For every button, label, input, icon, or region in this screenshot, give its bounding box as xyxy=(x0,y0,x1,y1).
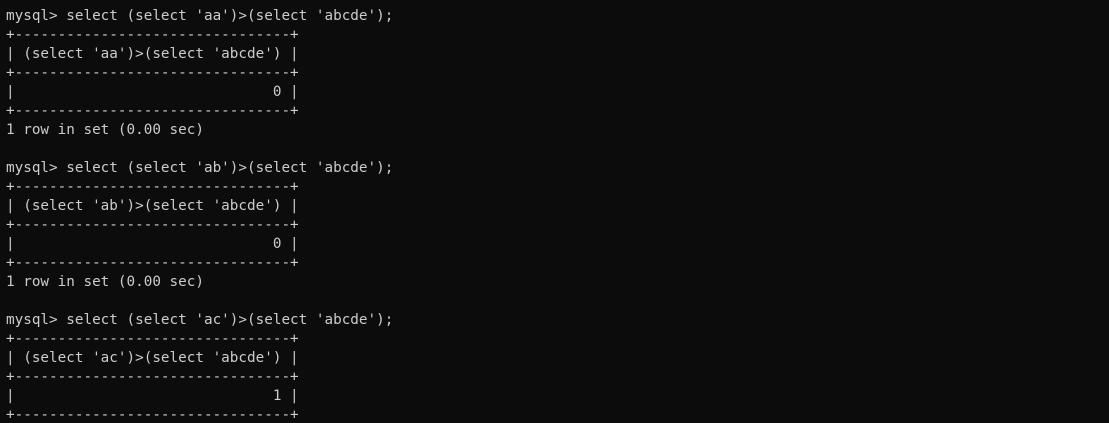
table-row-1: | 0 | xyxy=(6,84,299,100)
query-line-2: mysql> select (select 'ab')>(select 'abc… xyxy=(6,160,394,176)
table-row-2: | 0 | xyxy=(6,236,299,252)
result-status-2: 1 row in set (0.00 sec) xyxy=(6,274,204,290)
table-border-mid-2: +--------------------------------+ xyxy=(6,217,299,233)
blank-line-2 xyxy=(6,292,1109,311)
query-line-1: mysql> select (select 'aa')>(select 'abc… xyxy=(6,8,394,24)
query-line-3: mysql> select (select 'ac')>(select 'abc… xyxy=(6,312,394,328)
table-row-3: | 1 | xyxy=(6,388,299,404)
table-border-bottom-1: +--------------------------------+ xyxy=(6,103,299,119)
table-border-bottom-2: +--------------------------------+ xyxy=(6,255,299,271)
table-header-1: | (select 'aa')>(select 'abcde') | xyxy=(6,46,299,62)
table-border-bottom-3: +--------------------------------+ xyxy=(6,407,299,423)
table-header-3: | (select 'ac')>(select 'abcde') | xyxy=(6,350,299,366)
blank-line-1 xyxy=(6,140,1109,159)
table-border-top-1: +--------------------------------+ xyxy=(6,27,299,43)
table-header-2: | (select 'ab')>(select 'abcde') | xyxy=(6,198,299,214)
table-border-mid-3: +--------------------------------+ xyxy=(6,369,299,385)
table-border-mid-1: +--------------------------------+ xyxy=(6,65,299,81)
terminal-window[interactable]: mysql> select (select 'aa')>(select 'abc… xyxy=(0,0,1109,423)
result-status-1: 1 row in set (0.00 sec) xyxy=(6,122,204,138)
table-border-top-2: +--------------------------------+ xyxy=(6,179,299,195)
table-border-top-3: +--------------------------------+ xyxy=(6,331,299,347)
